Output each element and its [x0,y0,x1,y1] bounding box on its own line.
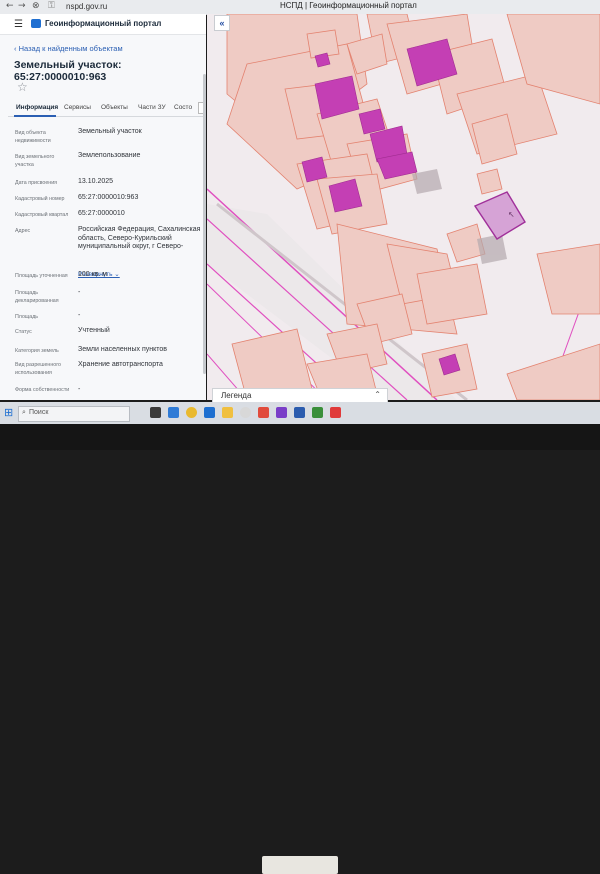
cursor-icon: ↖ [508,210,515,219]
search-icon: ⌕ [22,409,26,416]
app-icon[interactable] [168,407,179,418]
cadastral-map[interactable]: ↖ [207,14,600,400]
portal-logo [31,19,41,28]
browser-toolbar: ← → ⊗ ⚿ nspd.gov.ru НСПД | Геоинформацио… [0,0,600,15]
forward-icon[interactable]: → [18,1,26,11]
status-value: Учтенный [78,327,110,334]
field-label: Площадь декларированная [15,290,59,304]
building-footprint [477,234,507,264]
panel-scrollbar[interactable] [203,74,206,374]
field-label: Площадь уточненная [15,273,68,279]
tab-services[interactable]: Сервисы [64,104,91,111]
tab-parts[interactable]: Части ЗУ [138,104,166,111]
menu-icon[interactable]: ☰ [14,19,23,30]
field-label: Форма собственности [15,387,70,393]
portal-title: Геоинформационный портал [45,19,162,28]
field-value: - [78,312,81,319]
tab-objects[interactable]: Объекты [101,104,128,111]
back-link-label: Назад к найденным объектам [18,44,123,53]
field-label: Вид объекта недвижимости [15,130,51,144]
sticker [262,856,338,874]
map-canvas[interactable]: ↖ [207,14,600,400]
field-value: - [78,289,81,296]
app-icon[interactable] [204,407,215,418]
app-icon[interactable] [240,407,251,418]
close-icon[interactable]: ⊗ [32,1,40,11]
field-value: 13.10.2025 [78,178,114,185]
active-tab-indicator [14,115,56,117]
os-taskbar: ⊞ ⌕ Поиск [0,402,600,424]
address-value: Российская Федерация, Сахалинская област… [78,226,201,250]
taskbar-search[interactable]: ⌕ Поиск [18,406,130,422]
tab-status[interactable]: Состо [174,104,192,111]
page-title: Земельный участок: 65:27:0000010:963 [14,59,122,83]
lock-icon: ⚿ [48,1,55,11]
field-label: Площадь [15,314,39,320]
field-value: 100 кв. м [78,271,108,278]
field-label: Кадастровый номер [15,196,65,202]
window-title: НСПД | Геоинформационный портал [280,1,417,10]
object-info-panel: ☰ Геоинформационный портал ‹ Назад к най… [0,14,206,400]
file-explorer-icon[interactable] [222,407,233,418]
app-icon[interactable] [330,407,341,418]
address-bar[interactable]: nspd.gov.ru [66,2,107,11]
field-label: Кадастровый квартал [15,212,69,218]
field-label: Категория земель [15,348,59,354]
field-label: Вид разрешенного использования [15,362,61,376]
legend-label: Легенда [221,391,252,400]
app-icon[interactable] [258,407,269,418]
app-icon[interactable] [312,407,323,418]
start-icon[interactable]: ⊞ [4,406,13,419]
field-value: - [78,386,81,393]
field-value: Земли населенных пунктов [78,346,168,353]
favorite-star-icon[interactable]: ☆ [17,80,28,94]
chevron-up-icon: ⌃ [374,390,381,399]
app-icon[interactable] [186,407,197,418]
field-label: Дата присвоения [15,180,58,186]
app-icon[interactable] [276,407,287,418]
word-icon[interactable] [294,407,305,418]
field-value: Земельный участок [78,128,142,135]
tab-information[interactable]: Информация [16,104,58,111]
field-value: Хранение автотранспорта [78,361,163,368]
search-placeholder: Поиск [29,409,49,416]
collapse-panel-icon[interactable]: « [214,15,230,31]
field-label: Адрес [15,228,31,234]
field-value: 65:27:0000010:963 [78,194,139,201]
land-parcel [476,168,503,195]
task-view-icon[interactable] [150,407,161,418]
monitor-bezel [0,424,600,874]
field-value: 65:27:0000010 [78,210,125,217]
land-parcel [416,263,488,325]
field-value: Землепользование [78,152,141,159]
back-icon[interactable]: ← [6,1,14,11]
field-label: Вид земельного участка [15,154,55,168]
field-label: Статус [15,329,32,335]
info-tabs: Информация Сервисы Объекты Части ЗУ Сост… [8,100,206,117]
back-to-results-link[interactable]: ‹ Назад к найденным объектам [14,44,123,53]
portal-header: ☰ Геоинформационный портал [0,14,206,35]
